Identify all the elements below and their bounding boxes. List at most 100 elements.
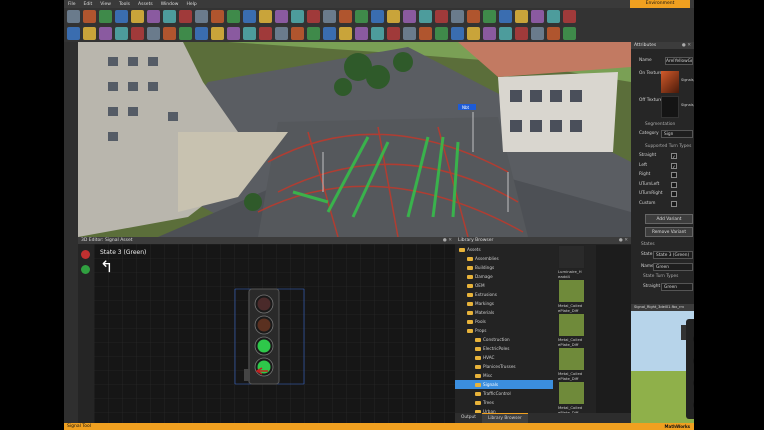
menu-view[interactable]: View (96, 2, 115, 7)
toolbar-tool-icon[interactable] (211, 27, 224, 40)
toolbar-tool-icon[interactable] (243, 27, 256, 40)
toolbar-tool-icon[interactable] (419, 10, 432, 23)
toolbar-tool-icon[interactable] (563, 10, 576, 23)
toolbar-tool-icon[interactable] (131, 10, 144, 23)
library-tree-item[interactable]: Assemblies (455, 254, 553, 263)
toolbar-tool-icon[interactable] (83, 10, 96, 23)
toolbar-tool-icon[interactable] (403, 27, 416, 40)
toolbar-tool-icon[interactable] (195, 27, 208, 40)
toolbar-tool-icon[interactable] (387, 27, 400, 40)
toolbar-tool-icon[interactable] (163, 10, 176, 23)
toolbar-tool-icon[interactable] (115, 10, 128, 23)
toolbar-tool-icon[interactable] (371, 27, 384, 40)
toolbar-tool-icon[interactable] (451, 10, 464, 23)
library-tree-item[interactable]: Buildings (455, 263, 553, 272)
toolbar-tool-icon[interactable] (547, 27, 560, 40)
signal-variant-icon[interactable] (81, 265, 90, 274)
turn-type-checkbox[interactable] (671, 181, 677, 188)
toolbar-tool-icon[interactable] (323, 10, 336, 23)
toolbar-tool-icon[interactable] (435, 10, 448, 23)
state-name-field[interactable]: Green (653, 263, 693, 271)
toolbar-tool-icon[interactable] (83, 27, 96, 40)
turn-type-checkbox[interactable] (671, 191, 677, 197)
library-tree-item[interactable]: PlanicesTrusses (455, 362, 553, 371)
toolbar-tool-icon[interactable] (227, 27, 240, 40)
toolbar-tool-icon[interactable] (547, 10, 560, 23)
toolbar-tool-icon[interactable] (67, 27, 80, 40)
toolbar-tool-icon[interactable] (515, 27, 528, 40)
toolbar-tool-icon[interactable] (227, 10, 240, 23)
signal-state-icon[interactable] (81, 250, 90, 259)
toolbar-tool-icon[interactable] (291, 10, 304, 23)
turn-type-checkbox[interactable]: ✓ (671, 153, 677, 159)
toolbar-tool-icon[interactable] (115, 27, 128, 40)
library-tree-item[interactable]: Pools (455, 317, 553, 326)
library-tree-item[interactable]: Markings (455, 299, 553, 308)
toolbar-tool-icon[interactable] (179, 27, 192, 40)
tab-library-browser[interactable]: Library Browser (481, 413, 528, 423)
signal-lamp[interactable] (257, 339, 271, 353)
toolbar-tool-icon[interactable] (435, 27, 448, 40)
toolbar-tool-icon[interactable] (259, 27, 272, 40)
library-tree-item[interactable]: OEM (455, 281, 553, 290)
toolbar-tool-icon[interactable] (451, 27, 464, 40)
library-tree-item[interactable]: Damage (455, 272, 553, 281)
library-tree-item[interactable]: Construction (455, 335, 553, 344)
toolbar-tool-icon[interactable] (275, 10, 288, 23)
toolbar-tool-icon[interactable] (531, 10, 544, 23)
toolbar-tool-icon[interactable] (499, 27, 512, 40)
toolbar-tool-icon[interactable] (195, 10, 208, 23)
preview-canvas[interactable] (631, 311, 694, 423)
toolbar-tool-icon[interactable] (291, 27, 304, 40)
menu-window[interactable]: Window (157, 2, 183, 7)
off-texture-thumbnail[interactable] (661, 96, 679, 118)
menu-file[interactable]: File (64, 2, 80, 7)
toolbar-tool-icon[interactable] (371, 10, 384, 23)
on-texture-thumbnail[interactable] (661, 71, 679, 93)
toolbar-tool-icon[interactable] (99, 10, 112, 23)
add-variant-button[interactable]: Add Variant (645, 214, 693, 224)
library-tree-item[interactable]: Misc (455, 371, 553, 380)
toolbar-tool-icon[interactable] (339, 27, 352, 40)
toolbar-tool-icon[interactable] (339, 10, 352, 23)
toolbar-tool-icon[interactable] (243, 10, 256, 23)
library-asset-item[interactable]: Metal_Coiled ePlate_Diff (558, 347, 596, 381)
attributes-panel-controls-icon[interactable]: ● ✕ (682, 42, 691, 49)
toolbar-tool-icon[interactable] (467, 27, 480, 40)
scene-viewport[interactable]: Nbt (78, 42, 631, 237)
toolbar-tool-icon[interactable] (67, 10, 80, 23)
state-select[interactable]: State 3 (Green) (653, 251, 693, 259)
library-tree-item[interactable]: HVAC (455, 353, 553, 362)
name-field[interactable]: ArelYellowGreen Left (665, 57, 693, 65)
toolbar-tool-icon[interactable] (147, 10, 160, 23)
toolbar-tool-icon[interactable] (163, 27, 176, 40)
menu-tools[interactable]: Tools (115, 2, 134, 7)
toolbar-tool-icon[interactable] (467, 10, 480, 23)
remove-variant-button[interactable]: Remove Variant (645, 227, 693, 237)
toolbar-tool-icon[interactable] (355, 10, 368, 23)
toolbar-tool-icon[interactable] (211, 10, 224, 23)
toolbar-tool-icon[interactable] (483, 27, 496, 40)
toolbar-tool-icon[interactable] (355, 27, 368, 40)
library-asset-item[interactable]: Metal_Coiled ePlate_Diff (558, 381, 596, 413)
library-panel-controls-icon[interactable]: ● ✕ (619, 237, 628, 244)
toolbar-tool-icon[interactable] (483, 10, 496, 23)
library-asset-item[interactable]: Metal_Coiled ePlate_Diff (558, 279, 596, 313)
toolbar-tool-icon[interactable] (531, 27, 544, 40)
turn-type-checkbox[interactable]: ✓ (671, 162, 677, 169)
turn-type-checkbox[interactable] (671, 200, 677, 207)
library-tree-item[interactable]: Trees (455, 398, 553, 407)
panel-controls-icon[interactable]: ● ✕ (443, 237, 452, 244)
library-tree-item[interactable]: ElectricPoles (455, 344, 553, 353)
menu-help[interactable]: Help (182, 2, 200, 7)
library-tree-item[interactable]: TrafficControl (455, 389, 553, 398)
library-tree-item[interactable]: Assets (455, 245, 553, 254)
toolbar-tool-icon[interactable] (307, 27, 320, 40)
library-tree-item[interactable]: Extrusions (455, 290, 553, 299)
turn-type-checkbox[interactable] (671, 172, 677, 178)
library-tree-item[interactable]: Signals (455, 380, 553, 389)
toolbar-tool-icon[interactable] (563, 27, 576, 40)
library-asset-item[interactable]: Metal_Coiled ePlate_Diff (558, 313, 596, 347)
toolbar-tool-icon[interactable] (307, 10, 320, 23)
environment-button[interactable]: Environment (630, 0, 690, 8)
